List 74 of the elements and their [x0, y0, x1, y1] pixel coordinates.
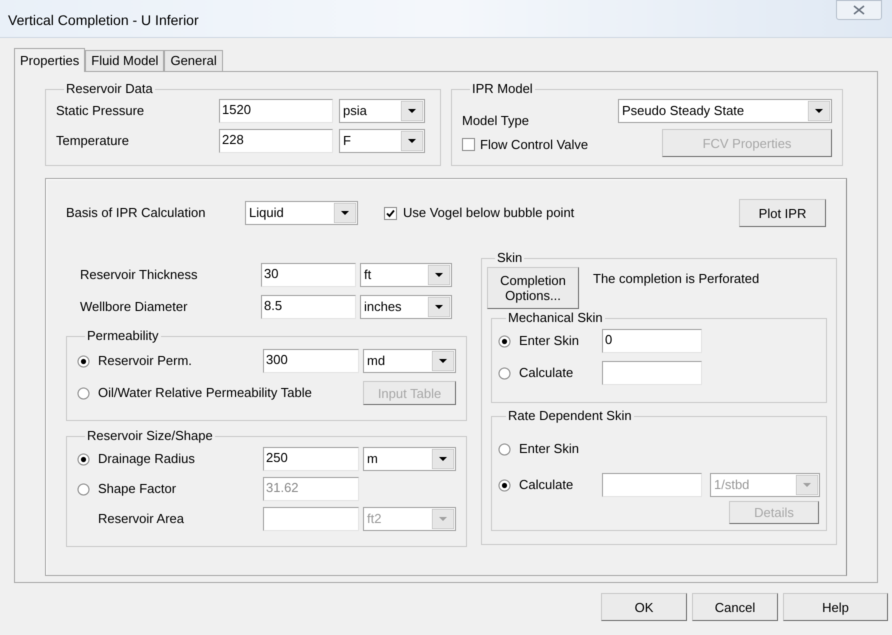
field-label: Basis of IPR Calculation [66, 204, 206, 222]
field-label: Static Pressure [56, 102, 146, 120]
input-field[interactable]: 8.5 [261, 295, 356, 319]
caret-icon [401, 131, 423, 151]
dropdown[interactable]: m [363, 447, 456, 471]
caret-icon [334, 203, 356, 223]
radio-label: Shape Factor [98, 480, 176, 498]
caret-icon [428, 297, 450, 317]
input-field[interactable]: 0 [602, 329, 702, 353]
input-field[interactable] [602, 361, 702, 385]
dropdown[interactable]: Pseudo Steady State [618, 99, 832, 123]
group-title: Permeability [86, 329, 160, 343]
caret-icon [432, 509, 454, 529]
checkbox-label: Use Vogel below bubble point [403, 204, 574, 222]
input-field[interactable]: 300 [263, 349, 359, 373]
field-label: Model Type [462, 112, 530, 130]
caret-icon [808, 101, 830, 121]
radio-label: Enter Skin [519, 440, 579, 458]
radio-button[interactable] [498, 334, 511, 348]
caret-icon [432, 351, 454, 371]
input-field[interactable]: 250 [263, 447, 359, 471]
dropdown[interactable]: inches [360, 295, 452, 319]
field-label: Wellbore Diameter [80, 298, 188, 316]
caret-icon [401, 101, 423, 121]
dropdown[interactable]: F [339, 129, 425, 153]
radio-label: Oil/Water Relative Permeability Table [98, 384, 312, 402]
close-icon [853, 5, 865, 15]
push-button[interactable]: Help [783, 593, 888, 621]
group-title: Rate Dependent Skin [507, 409, 633, 423]
dropdown[interactable]: Liquid [245, 201, 358, 225]
tab[interactable]: Properties [14, 48, 86, 72]
tab[interactable]: General [164, 50, 223, 71]
radio-label: Drainage Radius [98, 450, 195, 468]
radio-button[interactable] [77, 386, 90, 400]
radio-button[interactable] [77, 354, 90, 368]
radio-label: Calculate [519, 364, 574, 382]
radio-button[interactable] [498, 366, 511, 380]
dropdown[interactable]: md [363, 349, 456, 373]
checkbox-label: Flow Control Valve [480, 136, 588, 154]
radio-button[interactable] [77, 482, 90, 496]
checkbox[interactable] [384, 206, 397, 220]
push-button[interactable]: Cancel [692, 593, 778, 621]
close-button[interactable] [836, 0, 882, 20]
radio-button[interactable] [498, 478, 511, 492]
dropdown[interactable]: ft [360, 263, 452, 287]
group-title: Mechanical Skin [507, 311, 604, 325]
input-field[interactable]: 30 [261, 263, 356, 287]
field-label: Reservoir Area [97, 510, 185, 528]
input-field[interactable] [602, 473, 702, 497]
checkbox[interactable] [462, 138, 475, 151]
radio-label: Reservoir Perm. [98, 352, 192, 370]
input-field[interactable]: 228 [219, 129, 333, 153]
tab[interactable]: Fluid Model [85, 50, 164, 71]
push-button[interactable]: OK [601, 593, 687, 621]
group-title: Reservoir Size/Shape [86, 429, 214, 443]
radio-button[interactable] [77, 452, 90, 466]
window-title: Vertical Completion - U Inferior [8, 11, 199, 30]
group-title: IPR Model [471, 82, 534, 96]
radio-label: Calculate [519, 476, 574, 494]
caret-icon [796, 475, 818, 495]
group-title: Reservoir Data [65, 82, 154, 96]
radio-button[interactable] [498, 442, 511, 456]
input-field[interactable] [263, 507, 359, 531]
field-label: Reservoir Thickness [80, 266, 199, 284]
group-title: Skin [496, 251, 524, 265]
push-button[interactable]: Plot IPR [739, 199, 826, 227]
dropdown[interactable]: psia [339, 99, 425, 123]
radio-label: Enter Skin [519, 332, 579, 350]
caret-icon [432, 449, 454, 469]
input-field[interactable]: 1520 [219, 99, 333, 123]
caret-icon [428, 265, 450, 285]
push-button[interactable]: Completion Options... [487, 267, 579, 309]
field-label: Temperature [56, 132, 130, 150]
status-text: The completion is Perforated [593, 270, 760, 288]
